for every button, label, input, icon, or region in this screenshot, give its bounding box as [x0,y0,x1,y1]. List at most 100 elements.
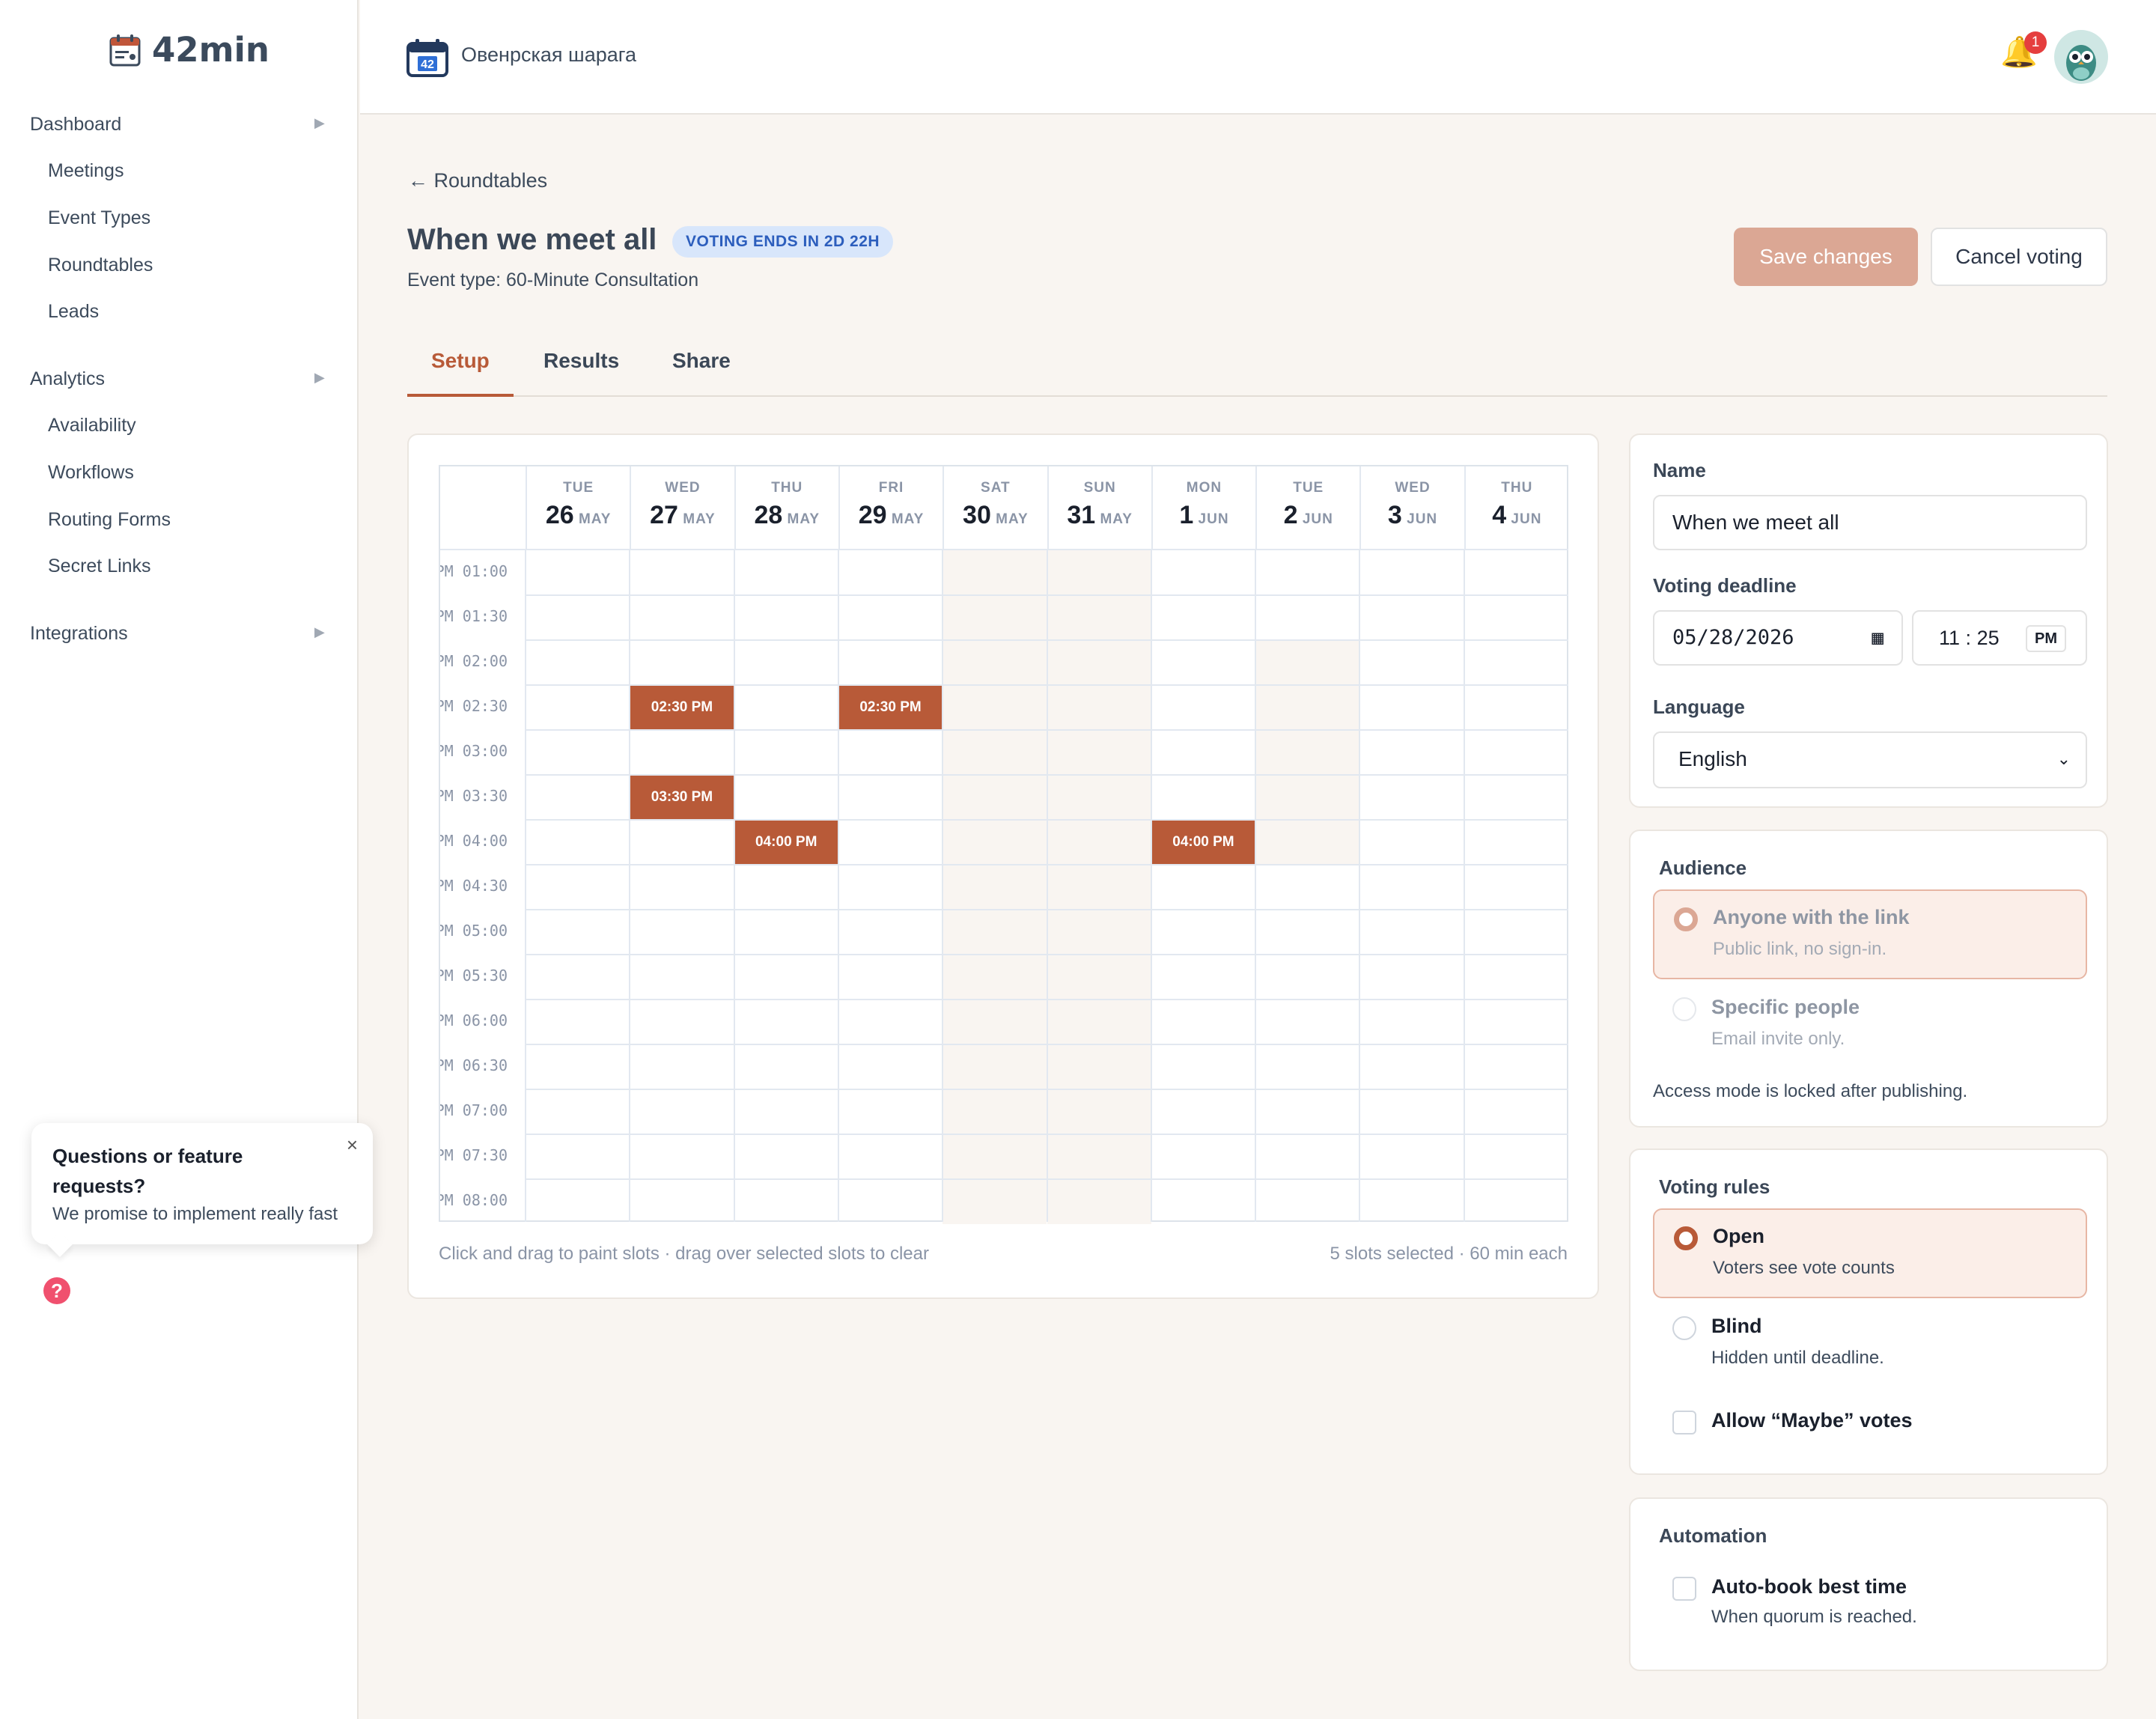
auto-book-title[interactable]: Auto-book best time [1711,1575,1907,1598]
selected-slot[interactable]: 04:00 PM [734,821,838,864]
day-date: 1 JUN [1153,501,1255,530]
chevron-right-icon[interactable]: ▶ [314,370,325,386]
close-icon[interactable]: × [347,1134,358,1157]
back-link[interactable]: ← Roundtables [408,169,547,192]
slot-grid[interactable]: TUE 26 MAY WED 27 MAY THU 28 MAY FRI 29 MAY SAT 3… [439,465,1568,1224]
help-subtitle: We promise to implement really fast [52,1204,338,1224]
day-date: 3 JUN [1361,501,1464,530]
option-subtitle: Email invite only. [1711,1029,1845,1049]
auto-book-checkbox[interactable] [1672,1577,1696,1601]
radio-icon[interactable] [1674,1226,1698,1250]
audience-option-link[interactable]: Anyone with the link Public link, no sig… [1653,889,2087,979]
time-label: 03:30 PM [440,787,508,805]
automation-label: Automation [1659,1524,1767,1547]
nav-group-integrations[interactable]: Integrations [30,623,128,645]
sidebar-item-workflows[interactable]: Workflows [48,462,134,484]
day-of-week: TUE [563,480,594,496]
help-icon[interactable]: ? [43,1277,70,1304]
radio-icon[interactable] [1674,907,1698,931]
sidebar: 42min Dashboard ▶ Meetings Event Types R… [0,0,359,1719]
selected-slot[interactable]: 02:30 PM [838,686,943,729]
day-date: 30 MAY [944,501,1047,530]
app-logo[interactable]: 42min [109,30,270,70]
chevron-right-icon[interactable]: ▶ [314,624,325,640]
day-number: 4 [1492,501,1507,529]
radio-icon[interactable] [1672,1316,1696,1340]
day-of-week: TUE [1293,480,1324,496]
selected-slot[interactable]: 03:30 PM [630,776,734,819]
day-column-header: TUE 2 JUN [1255,466,1359,550]
day-date: 31 MAY [1049,501,1151,530]
workspace-name[interactable]: Овенрская шарага [461,43,636,67]
sidebar-item-routing-forms[interactable]: Routing Forms [48,509,171,531]
radio-icon[interactable] [1672,997,1696,1021]
details-panel: Name Voting deadline 05/28/2026 ▦ 11 : 2… [1629,433,2108,808]
sidebar-item-secret-links[interactable]: Secret Links [48,556,151,577]
slot-calendar-card: TUE 26 MAY WED 27 MAY THU 28 MAY FRI 29 MAY SAT 3… [407,433,1599,1299]
language-select[interactable]: English ⌄ [1653,731,2087,788]
day-number: 2 [1283,501,1298,529]
column-divider [1359,550,1361,1222]
selected-slot[interactable]: 04:00 PM [1151,821,1255,864]
name-label: Name [1653,459,1706,481]
event-type-label: Event type: 60-Minute Consultation [407,270,699,290]
calendar-picker-icon[interactable]: ▦ [1872,612,1884,664]
column-divider [1255,550,1257,1222]
option-title: Blind [1711,1315,1762,1337]
day-number: 31 [1067,501,1096,529]
day-column-header: WED 27 MAY [630,466,734,550]
automation-panel: Automation Auto-book best time When quor… [1629,1497,2108,1671]
sidebar-item-roundtables[interactable]: Roundtables [48,255,153,276]
day-column-header: SUN 31 MAY [1047,466,1151,550]
nav-group-dashboard[interactable]: Dashboard [30,114,121,136]
rule-option-open[interactable]: Open Voters see vote counts [1653,1208,2087,1298]
column-divider [1046,550,1048,1222]
day-month: MAY [677,511,716,527]
save-button[interactable]: Save changes [1734,228,1918,286]
page-title: When we meet all [407,223,657,256]
day-of-week: SAT [981,480,1011,496]
column-divider [733,550,735,1222]
option-subtitle: Voters see vote counts [1713,1258,1895,1278]
sidebar-item-meetings[interactable]: Meetings [48,160,124,182]
day-date: 2 JUN [1257,501,1359,530]
day-month: JUN [1193,511,1229,527]
tab-results[interactable]: Results [543,349,619,373]
nav-group-analytics[interactable]: Analytics [30,368,105,390]
deadline-ampm[interactable]: PM [2026,625,2066,652]
day-of-week: WED [665,480,701,496]
day-month: JUN [1401,511,1438,527]
deadline-minute[interactable]: 25 [1977,627,2000,649]
day-column-header: SAT 30 MAY [943,466,1047,550]
owl-avatar-icon [2066,45,2096,81]
day-month: JUN [1506,511,1542,527]
sidebar-item-availability[interactable]: Availability [48,415,136,436]
day-month: MAY [990,511,1029,527]
rule-option-blind[interactable]: Blind Hidden until deadline. [1653,1300,2087,1390]
chevron-right-icon[interactable]: ▶ [314,115,325,131]
allow-maybe-checkbox[interactable] [1672,1411,1696,1434]
sidebar-item-event-types[interactable]: Event Types [48,207,150,229]
selected-slot[interactable]: 02:30 PM [630,686,734,729]
day-number: 30 [963,501,991,529]
workspace-calendar-icon[interactable]: 42 [406,37,449,78]
name-input[interactable] [1653,495,2087,550]
column-divider [1150,550,1152,1222]
tab-setup[interactable]: Setup [431,349,490,373]
sidebar-item-leads[interactable]: Leads [48,301,99,323]
avatar[interactable] [2054,30,2108,84]
allow-maybe-label[interactable]: Allow “Maybe” votes [1711,1409,1913,1432]
time-label: 01:30 PM [440,607,508,625]
deadline-time-input[interactable]: 11 : 25 PM [1912,610,2087,666]
cancel-voting-button[interactable]: Cancel voting [1931,228,2107,286]
deadline-date-input[interactable]: 05/28/2026 ▦ [1653,610,1903,666]
time-label: 02:00 PM [440,652,508,670]
auto-book-subtitle: When quorum is reached. [1711,1607,1917,1627]
tab-share[interactable]: Share [672,349,731,373]
audience-option-specific[interactable]: Specific people Email invite only. [1653,981,2087,1071]
calendar-logo-icon [109,34,141,66]
notification-badge: 1 [2024,31,2047,54]
deadline-hour[interactable]: 11 [1939,627,1960,649]
time-label: 06:00 PM [440,1011,508,1029]
time-label: 05:00 PM [440,922,508,940]
